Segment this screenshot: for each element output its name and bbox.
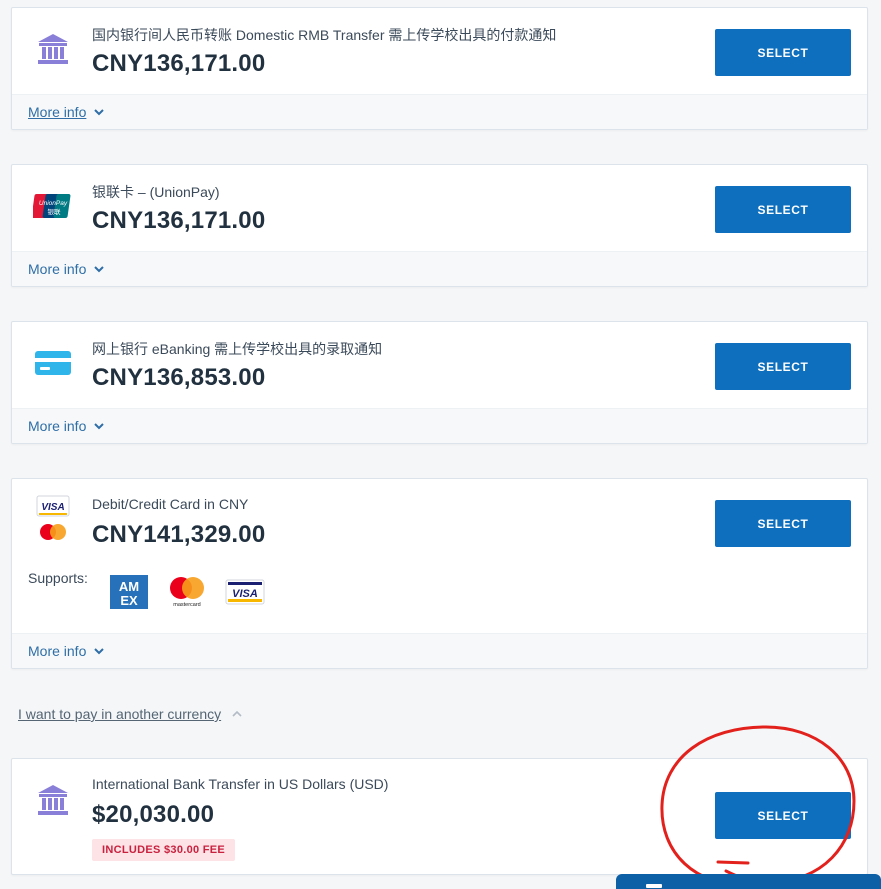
mastercard-icon: mastercard: [167, 575, 207, 614]
more-info-label: More info: [28, 418, 87, 434]
svg-text:AM: AM: [119, 579, 139, 594]
visa-icon: VISA: [225, 579, 265, 610]
visa-mastercard-icon: VISA: [32, 493, 74, 545]
more-info-link[interactable]: More info: [28, 418, 106, 434]
svg-text:银联: 银联: [48, 207, 62, 216]
payment-option-unionpay: UnionPay 银联 银联卡 – (UnionPay) CNY136,171.…: [11, 164, 868, 287]
option-amount: CNY141,329.00: [92, 521, 266, 548]
option-amount: CNY136,171.00: [92, 207, 266, 234]
option-label: 银联卡 – (UnionPay): [92, 184, 220, 200]
option-label: 网上银行 eBanking 需上传学校出具的录取通知: [92, 341, 383, 357]
more-info-bar: More info: [12, 633, 867, 668]
select-button[interactable]: SELECT: [715, 186, 851, 233]
option-amount: CNY136,853.00: [92, 364, 266, 391]
select-button[interactable]: SELECT: [715, 29, 851, 76]
option-amount: CNY136,171.00: [92, 50, 266, 77]
more-info-bar: More info: [12, 94, 867, 129]
pay-another-currency-label: I want to pay in another currency: [18, 706, 222, 722]
more-info-link[interactable]: More info: [28, 104, 106, 120]
chevron-up-icon: [232, 710, 242, 717]
payment-option-domestic-rmb: 国内银行间人民币转账 Domestic RMB Transfer 需上传学校出具…: [11, 7, 868, 130]
fee-badge: INCLUDES $30.00 FEE: [92, 839, 236, 861]
chat-widget-tab[interactable]: [616, 874, 881, 889]
chat-icon: [646, 884, 662, 888]
more-info-label: More info: [28, 643, 87, 659]
option-amount: $20,030.00: [92, 801, 215, 828]
chevron-down-icon: [94, 266, 105, 273]
bank-icon: [32, 779, 74, 821]
svg-text:mastercard: mastercard: [173, 602, 201, 608]
chevron-down-icon: [94, 423, 105, 430]
payment-option-ebanking: 网上银行 eBanking 需上传学校出具的录取通知 CNY136,853.00…: [11, 321, 868, 444]
more-info-bar: More info: [12, 251, 867, 286]
more-info-label: More info: [28, 261, 87, 277]
chevron-down-icon: [94, 109, 105, 116]
annotation-circle: [660, 725, 856, 887]
card-icon: [32, 342, 74, 384]
svg-text:VISA: VISA: [41, 502, 64, 513]
unionpay-icon: UnionPay 银联: [32, 185, 74, 227]
svg-text:EX: EX: [120, 593, 138, 608]
svg-text:VISA: VISA: [232, 588, 258, 600]
select-button[interactable]: SELECT: [715, 343, 851, 390]
more-info-bar: More info: [12, 408, 867, 443]
bank-icon: [32, 28, 74, 70]
supports-label: Supports:: [28, 570, 88, 586]
more-info-label: More info: [28, 104, 87, 120]
amex-icon: AM EX: [110, 575, 148, 614]
select-button[interactable]: SELECT: [715, 500, 851, 547]
pay-another-currency-link[interactable]: I want to pay in another currency: [18, 706, 243, 722]
payment-option-card-cny: VISA Debit/Credit Card in CNY CNY141,329…: [11, 478, 868, 669]
option-label: Debit/Credit Card in CNY: [92, 496, 249, 512]
more-info-link[interactable]: More info: [28, 643, 106, 659]
chevron-down-icon: [94, 648, 105, 655]
more-info-link[interactable]: More info: [28, 261, 106, 277]
option-label: 国内银行间人民币转账 Domestic RMB Transfer 需上传学校出具…: [92, 27, 557, 43]
svg-text:UnionPay: UnionPay: [39, 200, 68, 207]
option-label: International Bank Transfer in US Dollar…: [92, 776, 389, 792]
